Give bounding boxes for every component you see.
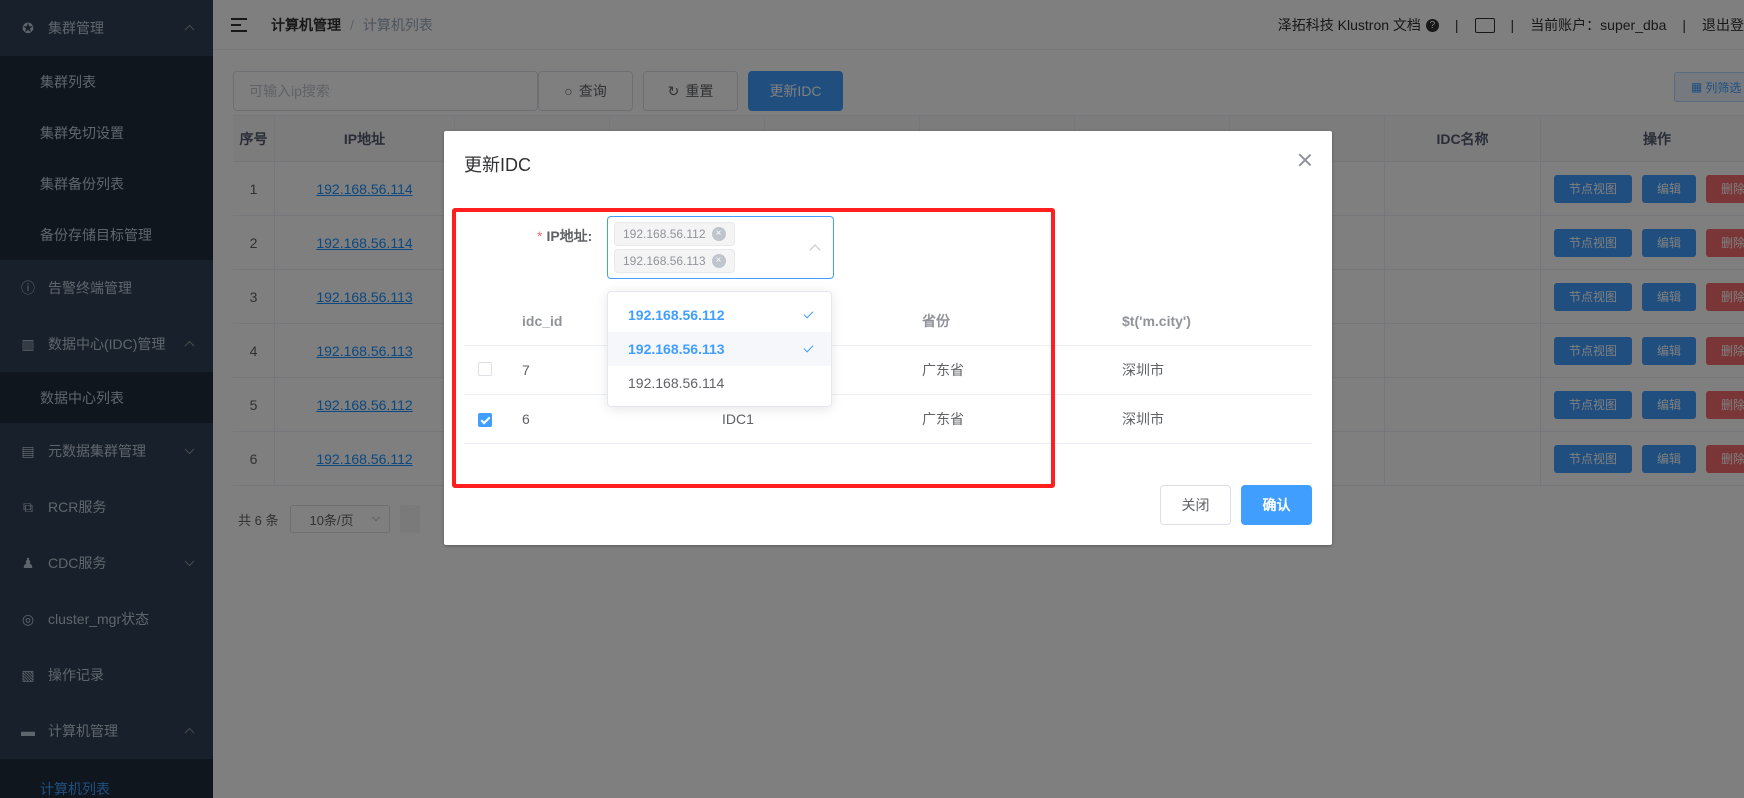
close-icon[interactable] — [1298, 153, 1312, 167]
check-icon — [803, 342, 814, 353]
confirm-button[interactable]: 确认 — [1241, 485, 1312, 525]
selected-tag: 192.168.56.113 × — [614, 249, 735, 273]
cell-city: 深圳市 — [1122, 362, 1164, 378]
option-label: 192.168.56.112 — [628, 307, 725, 323]
update-idc-dialog: 更新IDC * IP地址: 192.168.56.112 × 192.168.56.… — [444, 131, 1332, 545]
cell-province: 广东省 — [922, 362, 964, 378]
option-label: 192.168.56.114 — [628, 375, 725, 391]
tag-close-icon[interactable]: × — [711, 254, 726, 268]
row-checkbox[interactable] — [478, 413, 492, 428]
dropdown-option[interactable]: 192.168.56.113 — [608, 332, 831, 366]
idc-row[interactable]: 7 广东省 深圳市 — [464, 346, 1312, 395]
dialog-title: 更新IDC — [464, 155, 531, 175]
idc-table-header: idc_id 省份 $t('m.city') — [464, 296, 1312, 346]
cell-idc-id: 6 — [522, 411, 530, 427]
dialog-footer: 关闭 确认 — [1150, 485, 1312, 525]
ip-label: * IP地址: — [537, 226, 592, 246]
ip-dropdown: 192.168.56.112 192.168.56.113 192.168.56… — [607, 291, 832, 407]
idc-row[interactable]: 6 IDC1 广东省 深圳市 — [464, 395, 1312, 444]
dropdown-option[interactable]: 192.168.56.112 — [608, 298, 831, 332]
ip-label-text: IP地址: — [546, 228, 593, 244]
close-button[interactable]: 关闭 — [1160, 485, 1231, 525]
cell-city: 深圳市 — [1122, 411, 1164, 427]
chevron-up-icon — [809, 244, 821, 256]
selected-tag: 192.168.56.112 × — [614, 222, 735, 246]
cell-name: IDC1 — [722, 411, 754, 427]
dropdown-option[interactable]: 192.168.56.114 — [608, 366, 831, 400]
cell-province: 广东省 — [922, 411, 964, 427]
ip-multiselect[interactable]: 192.168.56.112 × 192.168.56.113 × — [607, 216, 834, 279]
option-label: 192.168.56.113 — [628, 341, 725, 357]
row-checkbox[interactable] — [478, 361, 492, 376]
tag-close-icon[interactable]: × — [711, 227, 726, 241]
check-icon — [803, 308, 814, 319]
header-city: $t('m.city') — [1122, 312, 1191, 329]
tag-label: 192.168.56.112 — [623, 227, 706, 241]
header-province: 省份 — [922, 312, 950, 329]
required-mark: * — [537, 228, 543, 244]
idc-table: idc_id 省份 $t('m.city') 7 广东省 深圳市 6 IDC1 … — [464, 296, 1312, 444]
tag-label: 192.168.56.113 — [623, 254, 706, 268]
